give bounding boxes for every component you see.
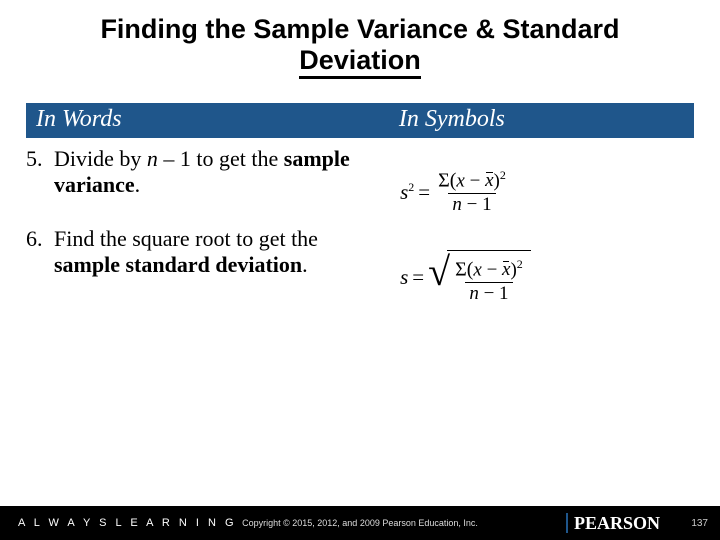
always-learning-text: A L W A Y S L E A R N I N G (0, 517, 237, 529)
minus-sign: − (482, 259, 502, 280)
denominator: n − 1 (465, 282, 512, 305)
column-header-band: In Words In Symbols (26, 103, 694, 138)
slide: Finding the Sample Variance & Standard D… (0, 0, 720, 540)
step-number: 5. (26, 146, 54, 198)
text-fragment: Divide by (54, 146, 147, 171)
var-s: s (400, 265, 408, 290)
footer-bar: A L W A Y S L E A R N I N G Copyright © … (0, 506, 720, 540)
numerator: Σ(x − x)2 (451, 258, 527, 282)
words-column: 5. Divide by n – 1 to get the sample var… (26, 146, 400, 320)
brand-text: PEARSON (574, 513, 660, 534)
superscript: 2 (500, 168, 506, 182)
superscript: 2 (408, 180, 414, 194)
numerator: Σ(x − x)2 (434, 169, 510, 193)
step-5: 5. Divide by n – 1 to get the sample var… (26, 146, 400, 198)
sigma-icon: Σ( (455, 258, 473, 280)
page-number: 137 (691, 518, 708, 529)
logo-bar-icon (566, 513, 568, 533)
equals-sign: = (412, 265, 424, 290)
text-bold: sample standard deviation (54, 252, 302, 277)
step-text: Divide by n – 1 to get the sample varian… (54, 146, 400, 198)
stddev-formula: s = √ Σ(x − x)2 n − 1 (400, 235, 694, 320)
text-fragment: Find the square root to get the (54, 226, 318, 251)
square-root: √ Σ(x − x)2 n − 1 (428, 250, 531, 305)
text-fragment: . (135, 172, 141, 197)
var-n: n (452, 194, 462, 215)
content-area: 5. Divide by n – 1 to get the sample var… (26, 146, 694, 320)
superscript: 2 (517, 257, 523, 271)
var-x: x (456, 170, 464, 191)
sigma-icon: Σ( (438, 169, 456, 191)
x-bar: x (485, 171, 493, 192)
minus-sign: − (465, 170, 485, 191)
var-x: x (473, 259, 481, 280)
equals-sign: = (418, 180, 430, 205)
fraction: Σ(x − x)2 n − 1 (434, 169, 510, 216)
title-line2: Deviation (299, 45, 421, 79)
denominator: n − 1 (448, 193, 495, 216)
minus-one: − 1 (479, 283, 509, 304)
slide-title: Finding the Sample Variance & Standard D… (0, 0, 720, 85)
step-number: 6. (26, 226, 54, 278)
copyright-text: Copyright © 2015, 2012, and 2009 Pearson… (242, 518, 478, 528)
symbols-column: s2 = Σ(x − x)2 n − 1 s = √ Σ(x − x)2 n −… (400, 146, 694, 320)
fraction: Σ(x − x)2 n − 1 (451, 258, 527, 305)
pearson-logo: PEARSON (566, 513, 660, 534)
step-6: 6. Find the square root to get the sampl… (26, 226, 400, 278)
header-symbols: In Symbols (399, 106, 684, 133)
title-line1: Finding the Sample Variance & Standard (100, 14, 619, 44)
minus-one: − 1 (462, 194, 492, 215)
step-text: Find the square root to get the sample s… (54, 226, 400, 278)
text-italic: n (147, 146, 158, 171)
text-fragment: . (302, 252, 308, 277)
radicand: Σ(x − x)2 n − 1 (447, 250, 531, 305)
text-fragment: – 1 to get the (158, 146, 284, 171)
x-bar: x (502, 260, 510, 281)
variance-formula: s2 = Σ(x − x)2 n − 1 (400, 150, 694, 235)
var-n: n (469, 283, 479, 304)
formula-lhs: s2 (400, 180, 414, 205)
header-words: In Words (36, 106, 399, 133)
